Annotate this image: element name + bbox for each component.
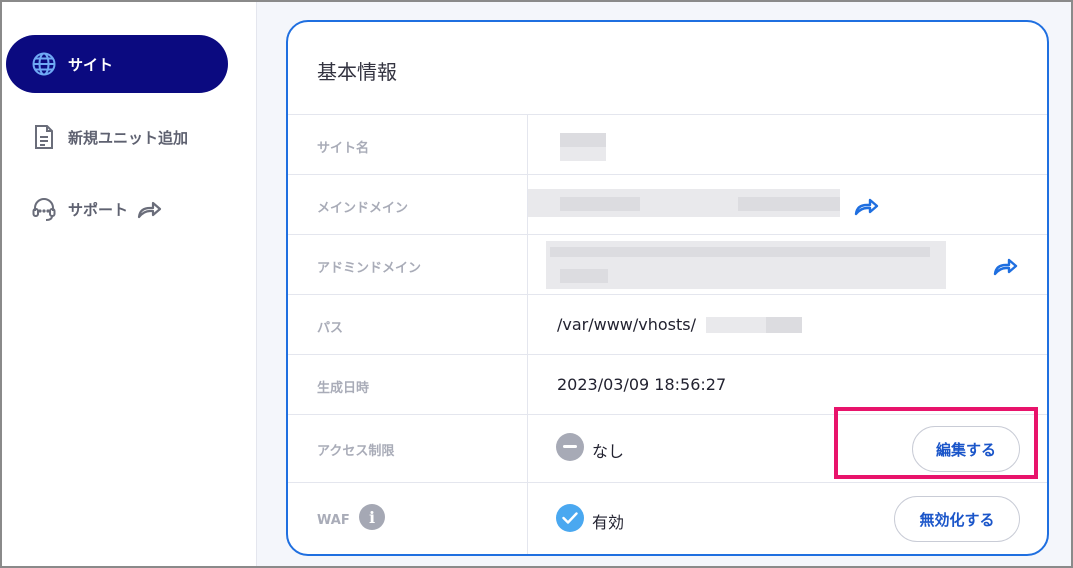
- row-waf: WAF i 有効 無効化する: [288, 482, 1047, 554]
- main-content: 基本情報 サイト名 メインドメイン アドミンドメイン パス /var/www/v…: [257, 2, 1071, 566]
- redacted-main-domain: [738, 197, 840, 211]
- sidebar-item-label: サイト: [68, 55, 114, 74]
- external-link-icon: [136, 198, 162, 220]
- row-admin-domain: アドミンドメイン: [288, 234, 1047, 294]
- row-label: WAF: [317, 513, 350, 528]
- app-window: サイト 新規ユニット追加 サポート 基本情報 サイト名 メインドメイン アドミン…: [0, 0, 1073, 568]
- minus-circle-icon: [556, 433, 584, 461]
- document-icon: [30, 123, 58, 151]
- created-at-value: 2023/03/09 18:56:27: [557, 375, 727, 394]
- row-label: メインドメイン: [317, 201, 409, 216]
- row-path: パス /var/www/vhosts/: [288, 294, 1047, 354]
- access-restriction-status: なし: [592, 442, 625, 461]
- sidebar-item-label: サポート: [68, 200, 129, 219]
- external-link-icon: [854, 198, 879, 216]
- redacted-admin-domain: [560, 269, 608, 283]
- waf-status: 有効: [592, 513, 625, 532]
- check-circle-icon: [556, 504, 584, 532]
- redacted-path: [766, 317, 802, 333]
- row-main-domain: メインドメイン: [288, 174, 1047, 234]
- globe-icon: [30, 50, 58, 78]
- sidebar-item-label: 新規ユニット追加: [68, 128, 189, 147]
- row-label: サイト名: [317, 141, 370, 156]
- row-label: アクセス制限: [317, 444, 395, 459]
- external-link-icon: [993, 258, 1018, 276]
- sidebar-item-add-unit[interactable]: 新規ユニット追加: [6, 108, 228, 166]
- disable-waf-button[interactable]: 無効化する: [894, 496, 1020, 542]
- path-value: /var/www/vhosts/: [557, 315, 697, 334]
- sidebar-item-site[interactable]: サイト: [6, 35, 228, 93]
- info-icon[interactable]: i: [359, 504, 385, 530]
- sidebar: サイト 新規ユニット追加 サポート: [2, 2, 257, 566]
- open-main-domain-link[interactable]: [852, 192, 880, 220]
- row-site-name: サイト名: [288, 114, 1047, 174]
- headset-icon: [30, 195, 58, 223]
- redacted-admin-domain: [550, 247, 930, 257]
- row-label: 生成日時: [317, 381, 370, 396]
- card-title: 基本情報: [317, 60, 397, 84]
- redacted-main-domain: [560, 197, 640, 211]
- row-label: パス: [317, 321, 344, 336]
- redacted-site-name: [560, 147, 606, 161]
- sidebar-item-support[interactable]: サポート: [6, 180, 228, 238]
- highlight-box: [834, 407, 1038, 479]
- row-label: アドミンドメイン: [317, 261, 422, 276]
- open-admin-domain-link[interactable]: [991, 252, 1019, 280]
- redacted-site-name: [560, 133, 606, 147]
- row-created-at: 生成日時 2023/03/09 18:56:27: [288, 354, 1047, 414]
